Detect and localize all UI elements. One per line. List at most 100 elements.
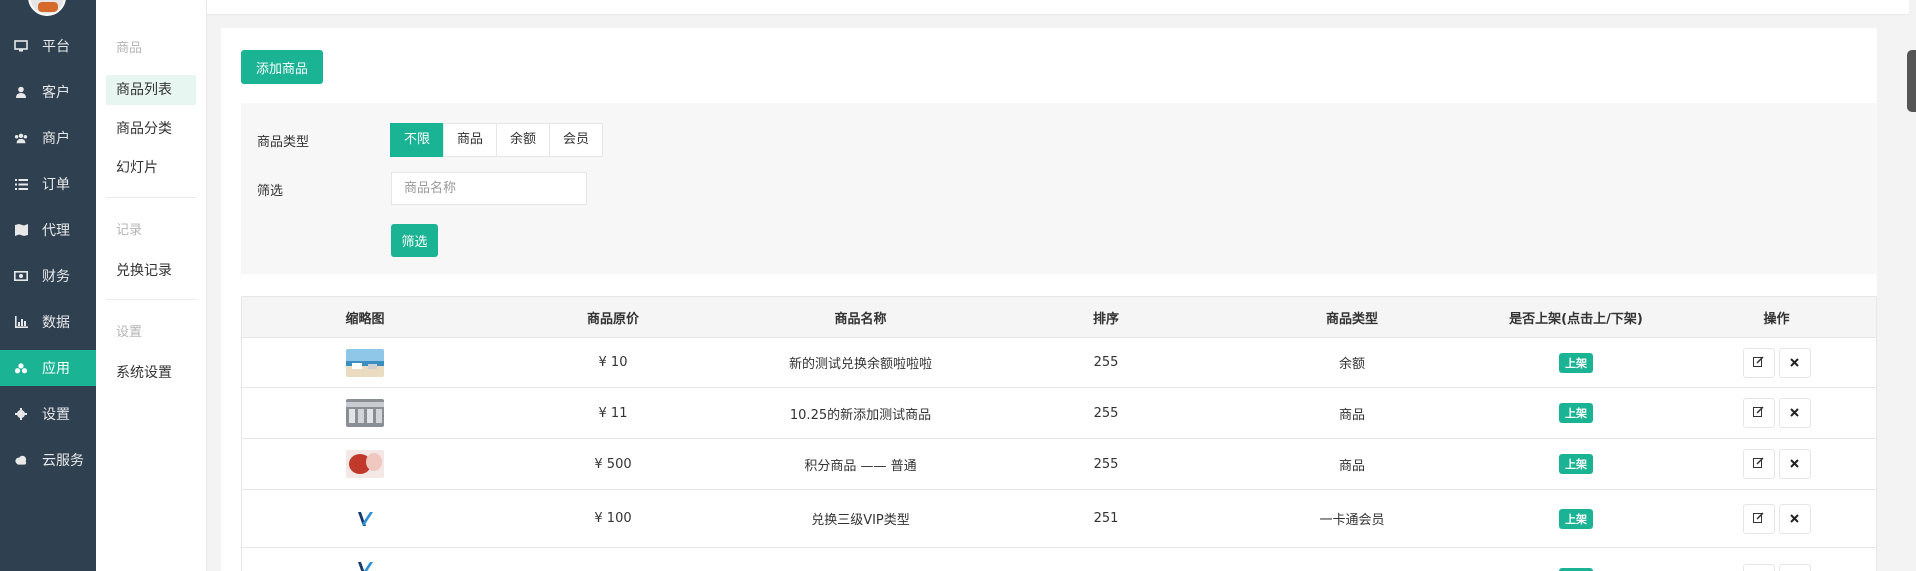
logo — [28, 0, 66, 16]
delete-button[interactable] — [1778, 398, 1811, 428]
shop-photo-thumbnail — [346, 399, 384, 427]
thumbnail-cell — [242, 439, 488, 489]
edit-button[interactable] — [1742, 564, 1775, 571]
edit-button[interactable] — [1742, 398, 1775, 428]
nav-item-agent[interactable]: 代理 — [0, 212, 96, 248]
type-cell: 商品 — [1338, 407, 1365, 423]
search-label: 筛选 — [257, 184, 284, 199]
submenu-item-system-settings[interactable]: 系统设置 — [106, 358, 196, 388]
nav-item-platform[interactable]: 平台 — [0, 28, 96, 64]
delete-button[interactable] — [1778, 564, 1811, 571]
nav-label: 应用 — [42, 361, 70, 377]
close-icon — [1790, 406, 1799, 420]
sort-cell: 255 — [1093, 355, 1119, 370]
submenu-header-goods: 商品 — [116, 41, 143, 56]
name-cell: 新的测试兑换余额啦啦啦 — [788, 357, 932, 372]
col-header-thumbnail: 缩略图 — [345, 311, 385, 327]
status-cell: 上架 — [1475, 439, 1677, 489]
edit-icon — [1753, 511, 1764, 526]
submenu-item-goods-list[interactable]: 商品列表 — [106, 75, 196, 105]
type-option-balance[interactable]: 余额 — [496, 123, 551, 157]
add-goods-button[interactable]: 添加商品 — [241, 50, 323, 84]
status-badge[interactable]: 上架 — [1559, 352, 1593, 373]
list-icon — [14, 177, 28, 191]
submenu-header-settings: 设置 — [116, 325, 143, 340]
nav-label: 设置 — [42, 407, 70, 423]
nav-item-data[interactable]: 数据 — [0, 304, 96, 340]
nav-item-finance[interactable]: 财务 — [0, 258, 96, 294]
desktop-icon — [14, 39, 28, 53]
nav-item-settings[interactable]: 设置 — [0, 396, 96, 432]
status-badge[interactable]: 上架 — [1559, 508, 1593, 529]
status-cell: 上架 — [1475, 490, 1677, 547]
sort-cell: 255 — [1093, 405, 1119, 421]
nav-item-customer[interactable]: 客户 — [0, 74, 96, 110]
table-row: ¥ 500 积分商品 —— 普通 255 商品 上架 — [242, 439, 1876, 490]
status-cell: 上架 — [1475, 388, 1677, 438]
submenu-item-exchange-records[interactable]: 兑换记录 — [106, 256, 196, 286]
goods-table: 缩略图 商品原价 商品名称 排序 商品类型 是否上架(点击上/下架) 操作 ¥ … — [241, 296, 1877, 571]
cloud-icon — [14, 453, 28, 467]
edit-icon — [1753, 457, 1764, 471]
actions-cell — [1677, 338, 1876, 387]
cubes-icon — [14, 361, 28, 375]
type-cell: 一卡通会员 — [1319, 513, 1385, 528]
status-badge[interactable]: 上架 — [1559, 403, 1593, 423]
edit-button[interactable] — [1742, 449, 1775, 479]
close-icon — [1790, 512, 1799, 526]
nav-label: 代理 — [42, 223, 70, 239]
table-row: ¥ 11 10.25的新添加测试商品 255 商品 上架 — [242, 388, 1876, 439]
delete-button[interactable] — [1778, 449, 1811, 479]
sort-cell: 251 — [1093, 511, 1119, 526]
scroll-handle[interactable] — [1907, 50, 1916, 112]
type-option-any[interactable]: 不限 — [390, 123, 445, 157]
name-cell: 积分商品 —— 普通 — [804, 458, 917, 474]
gear-icon — [14, 407, 28, 421]
table-header: 缩略图 商品原价 商品名称 排序 商品类型 是否上架(点击上/下架) 操作 — [242, 297, 1876, 338]
secondary-sidebar: 商品 商品列表 商品分类 幻灯片 记录 兑换记录 设置 系统设置 — [96, 0, 207, 571]
delete-button[interactable] — [1778, 503, 1811, 534]
table-row: 上架 — [242, 548, 1876, 571]
nav-label: 财务 — [42, 269, 70, 285]
main-panel: 添加商品 商品类型 不限 商品 余额 会员 筛选 筛选 缩略图 商品原价 商品名… — [221, 28, 1877, 571]
nav-item-merchant[interactable]: 商户 — [0, 120, 96, 156]
edit-button[interactable] — [1742, 503, 1775, 534]
edit-button[interactable] — [1742, 347, 1775, 378]
nav-item-cloud[interactable]: 云服务 — [0, 442, 96, 478]
edit-icon — [1753, 406, 1764, 420]
nav-item-order[interactable]: 订单 — [0, 166, 96, 202]
goods-name-input[interactable] — [391, 172, 587, 205]
name-cell: 10.25的新添加测试商品 — [789, 407, 932, 423]
delete-button[interactable] — [1778, 347, 1811, 378]
nav-label: 商户 — [42, 131, 70, 147]
col-header-actions: 操作 — [1763, 311, 1790, 327]
actions-cell — [1677, 548, 1876, 571]
sort-cell: 255 — [1093, 456, 1119, 472]
type-option-goods[interactable]: 商品 — [443, 123, 498, 157]
price-cell: ¥ 10 — [598, 355, 628, 370]
col-header-status: 是否上架(点击上/下架) — [1509, 311, 1643, 327]
submenu-item-slides[interactable]: 幻灯片 — [106, 153, 196, 183]
nav-label: 云服务 — [42, 453, 84, 469]
type-option-member[interactable]: 会员 — [549, 123, 604, 157]
divider — [106, 197, 196, 198]
close-icon — [1790, 356, 1799, 370]
map-icon — [14, 223, 28, 237]
filter-submit-button[interactable]: 筛选 — [391, 224, 438, 257]
nav-label: 数据 — [42, 315, 70, 331]
bar-chart-icon — [14, 315, 28, 329]
red-photo-thumbnail — [346, 450, 384, 478]
price-cell: ¥ 11 — [598, 405, 628, 421]
nav-label: 客户 — [42, 85, 70, 101]
nav-item-apps[interactable]: 应用 — [0, 350, 96, 386]
name-cell: 兑换三级VIP类型 — [811, 513, 910, 528]
submenu-item-goods-category[interactable]: 商品分类 — [106, 114, 196, 144]
status-badge[interactable]: 上架 — [1559, 454, 1593, 474]
edit-icon — [1753, 355, 1764, 370]
table-row: ¥ 10 新的测试兑换余额啦啦啦 255 余额 上架 — [242, 338, 1876, 388]
col-header-type: 商品类型 — [1325, 311, 1378, 327]
nav-label: 平台 — [42, 39, 70, 55]
thumbnail-cell — [242, 388, 488, 438]
col-header-name: 商品名称 — [834, 311, 887, 327]
col-header-price: 商品原价 — [586, 311, 639, 327]
